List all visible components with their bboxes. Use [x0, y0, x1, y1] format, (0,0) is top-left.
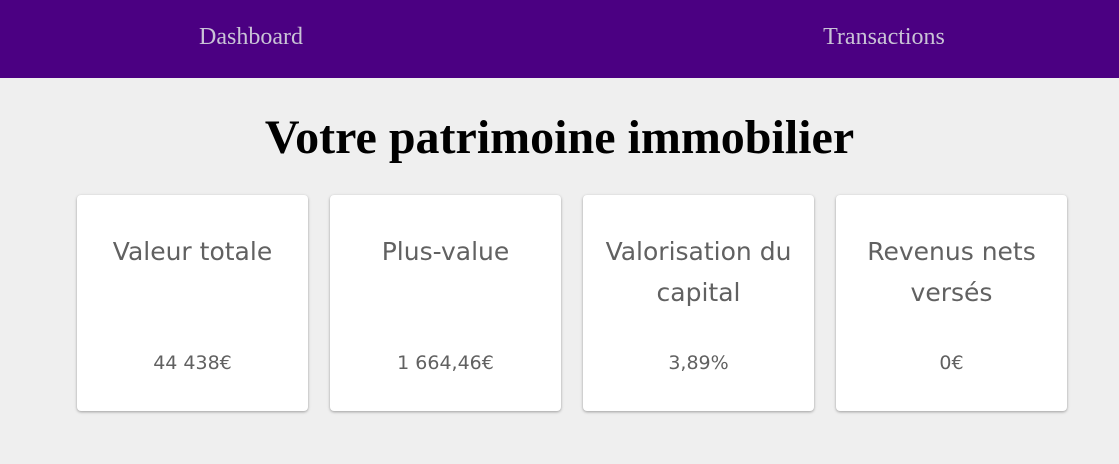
stat-card-label: Valorisation du capital — [605, 237, 792, 307]
stat-card-value: 3,89% — [668, 352, 729, 374]
stat-card-plus-value: Plus-value 1 664,46€ — [330, 195, 561, 411]
stat-card-revenus-nets-verses: Revenus nets versés 0€ — [836, 195, 1067, 411]
stat-card-valorisation-du-capital: Valorisation du capital 3,89% — [583, 195, 814, 411]
stat-card-valeur-totale: Valeur totale 44 438€ — [77, 195, 308, 411]
nav-link-dashboard[interactable]: Dashboard — [199, 21, 303, 53]
page-title: Votre patrimoine immobilier — [264, 111, 855, 164]
stat-card-label: Revenus nets versés — [867, 237, 1036, 307]
stat-card-label: Plus-value — [381, 237, 510, 266]
stat-card-value: 1 664,46€ — [397, 352, 494, 374]
nav-link-transactions[interactable]: Transactions — [823, 21, 945, 53]
top-navbar: Dashboard Transactions — [0, 0, 1119, 78]
stat-card-label: Valeur totale — [112, 237, 273, 266]
stat-card-value: 44 438€ — [153, 352, 232, 374]
stat-card-value: 0€ — [939, 352, 964, 374]
